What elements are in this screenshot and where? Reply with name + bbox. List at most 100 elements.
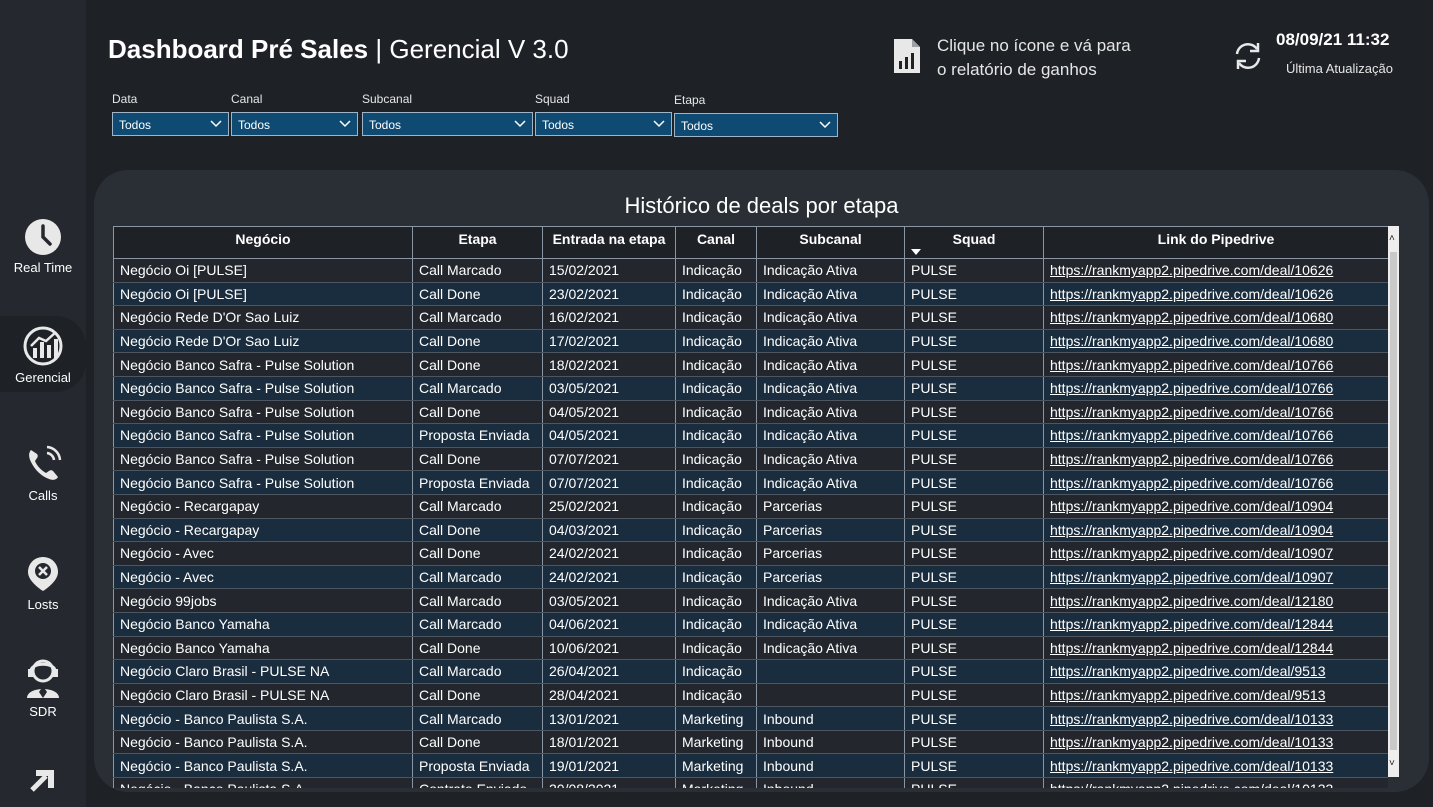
table-cell: Indicação xyxy=(675,352,757,377)
scroll-down-icon[interactable]: ˅ xyxy=(1389,759,1395,769)
scroll-up-icon[interactable]: ˄ xyxy=(1389,234,1395,244)
pipedrive-link[interactable]: https://rankmyapp2.pipedrive.com/deal/10… xyxy=(1043,329,1388,354)
table-cell: 03/05/2021 xyxy=(542,376,676,401)
filter-canal-select[interactable]: Todos xyxy=(231,112,358,136)
table-cell: PULSE xyxy=(904,753,1044,779)
refresh-button[interactable] xyxy=(1232,40,1264,77)
report-link[interactable] xyxy=(892,37,922,80)
table-row[interactable]: Negócio - Banco Paulista S.A. Proposta En… xyxy=(113,753,1388,779)
pipedrive-link[interactable]: https://rankmyapp2.pipedrive.com/deal/12… xyxy=(1043,612,1388,637)
table-cell: Negócio Oi [PULSE] xyxy=(113,258,413,283)
pipedrive-link[interactable]: https://rankmyapp2.pipedrive.com/deal/10… xyxy=(1043,282,1388,307)
pipedrive-link[interactable]: https://rankmyapp2.pipedrive.com/deal/10… xyxy=(1043,258,1388,283)
table-scrollbar[interactable]: ˄ ˅ xyxy=(1388,226,1399,777)
table-row[interactable]: Negócio - Recargapay Call Marcado 25/02/20… xyxy=(113,494,1388,519)
table-cell: Call Done xyxy=(412,683,543,708)
nav-item-calls[interactable]: Calls xyxy=(0,444,86,503)
pipedrive-link[interactable]: https://rankmyapp2.pipedrive.com/deal/10… xyxy=(1043,753,1388,779)
filter-subcanal-select[interactable]: Todos xyxy=(362,112,533,136)
table-cell: PULSE xyxy=(904,636,1044,661)
table-cell: Indicação xyxy=(675,423,757,448)
table-cell: Call Done xyxy=(412,518,543,543)
pipedrive-link[interactable]: https://rankmyapp2.pipedrive.com/deal/12… xyxy=(1043,636,1388,661)
pipedrive-link[interactable]: https://rankmyapp2.pipedrive.com/deal/10… xyxy=(1043,305,1388,330)
table-cell xyxy=(756,683,905,708)
table-cell: Negócio Rede D'Or Sao Luiz xyxy=(113,329,413,354)
nav-label: Calls xyxy=(28,488,58,503)
table-row[interactable]: Negócio Banco Safra - Pulse Solution Call… xyxy=(113,400,1388,425)
table-row[interactable]: Negócio Oi [PULSE] Call Marcado 15/02/2021… xyxy=(113,258,1388,283)
pipedrive-link[interactable]: https://rankmyapp2.pipedrive.com/deal/10… xyxy=(1043,447,1388,472)
pipedrive-link[interactable]: https://rankmyapp2.pipedrive.com/deal/10… xyxy=(1043,777,1388,788)
column-header[interactable]: Subcanal xyxy=(756,226,905,259)
table-cell: Marketing xyxy=(675,730,757,755)
table-cell: Indicação xyxy=(675,518,757,543)
pipedrive-link[interactable]: https://rankmyapp2.pipedrive.com/deal/95… xyxy=(1043,683,1388,708)
pipedrive-link[interactable]: https://rankmyapp2.pipedrive.com/deal/10… xyxy=(1043,376,1388,401)
nav-item-real-time[interactable]: Real Time xyxy=(0,218,86,275)
pipedrive-link[interactable]: https://rankmyapp2.pipedrive.com/deal/10… xyxy=(1043,730,1388,755)
filter-data-select[interactable]: Todos xyxy=(112,112,229,136)
table-cell: PULSE xyxy=(904,588,1044,613)
nav-item-losts[interactable]: Losts xyxy=(0,555,86,612)
table-cell: 13/01/2021 xyxy=(542,706,676,731)
nav-label: Gerencial xyxy=(15,370,71,385)
table-cell: 20/08/2021 xyxy=(542,777,676,788)
filter-squad: Squad Todos xyxy=(535,92,672,136)
table-row[interactable]: Negócio - Recargapay Call Done 04/03/2021 I… xyxy=(113,518,1388,543)
pipedrive-link[interactable]: https://rankmyapp2.pipedrive.com/deal/10… xyxy=(1043,518,1388,543)
table-row[interactable]: Negócio Banco Safra - Pulse Solution Call… xyxy=(113,447,1388,472)
pipedrive-link[interactable]: https://rankmyapp2.pipedrive.com/deal/10… xyxy=(1043,565,1388,590)
table-row[interactable]: Negócio Claro Brasil - PULSE NA Call Marc… xyxy=(113,659,1388,684)
table-row[interactable]: Negócio Banco Safra - Pulse Solution Prop… xyxy=(113,423,1388,448)
table-cell: Call Done xyxy=(412,730,543,755)
column-header-squad[interactable]: Squad xyxy=(904,226,1044,259)
column-header[interactable]: Canal xyxy=(675,226,757,259)
column-header[interactable]: Negócio xyxy=(113,226,413,259)
table-cell: 17/02/2021 xyxy=(542,329,676,354)
pipedrive-link[interactable]: https://rankmyapp2.pipedrive.com/deal/10… xyxy=(1043,400,1388,425)
table-cell: Indicação xyxy=(675,400,757,425)
table-row[interactable]: Negócio Banco Safra - Pulse Solution Call… xyxy=(113,352,1388,377)
nav-item-next[interactable] xyxy=(0,764,86,796)
column-header[interactable]: Etapa xyxy=(412,226,543,259)
column-header[interactable]: Entrada na etapa xyxy=(542,226,676,259)
table-row[interactable]: Negócio Claro Brasil - PULSE NA Call Done… xyxy=(113,683,1388,708)
table-cell: PULSE xyxy=(904,282,1044,307)
table-row[interactable]: Negócio Banco Safra - Pulse Solution Prop… xyxy=(113,470,1388,495)
pipedrive-link[interactable]: https://rankmyapp2.pipedrive.com/deal/10… xyxy=(1043,494,1388,519)
pipedrive-link[interactable]: https://rankmyapp2.pipedrive.com/deal/10… xyxy=(1043,470,1388,495)
column-header[interactable]: Link do Pipedrive xyxy=(1043,226,1388,259)
scroll-thumb[interactable] xyxy=(1390,252,1397,750)
table-cell: Indicação xyxy=(675,565,757,590)
chevron-down-icon xyxy=(514,120,526,128)
table-row[interactable]: Negócio Banco Safra - Pulse Solution Call… xyxy=(113,376,1388,401)
table-row[interactable]: Negócio Oi [PULSE] Call Done 23/02/2021 Ind… xyxy=(113,282,1388,307)
table-row[interactable]: Negócio - Banco Paulista S.A. Call Done 18… xyxy=(113,730,1388,755)
nav-item-gerencial[interactable]: Gerencial xyxy=(0,316,86,392)
table-row[interactable]: Negócio Rede D'Or Sao Luiz Call Done 17/02… xyxy=(113,329,1388,354)
table-cell: 04/05/2021 xyxy=(542,400,676,425)
pipedrive-link[interactable]: https://rankmyapp2.pipedrive.com/deal/10… xyxy=(1043,541,1388,566)
pipedrive-link[interactable]: https://rankmyapp2.pipedrive.com/deal/10… xyxy=(1043,706,1388,731)
pipedrive-link[interactable]: https://rankmyapp2.pipedrive.com/deal/10… xyxy=(1043,423,1388,448)
table-body: Negócio Oi [PULSE] Call Marcado 15/02/2021… xyxy=(113,258,1388,788)
table-row[interactable]: Negócio Rede D'Or Sao Luiz Call Marcado 16… xyxy=(113,305,1388,330)
table-row[interactable]: Negócio - Avec Call Done 24/02/2021 Indicaç… xyxy=(113,541,1388,566)
table-row[interactable]: Negócio - Banco Paulista S.A. Call Marcad… xyxy=(113,706,1388,731)
filter-etapa-select[interactable]: Todos xyxy=(674,113,838,137)
table-row[interactable]: Negócio 99jobs Call Marcado 03/05/2021 Indi… xyxy=(113,588,1388,613)
pipedrive-link[interactable]: https://rankmyapp2.pipedrive.com/deal/12… xyxy=(1043,588,1388,613)
table-cell: Indicação xyxy=(675,636,757,661)
table-row[interactable]: Negócio - Avec Call Marcado 24/02/2021 Indi… xyxy=(113,565,1388,590)
chevron-down-icon xyxy=(819,121,831,129)
nav-item-sdr[interactable]: SDR xyxy=(0,656,86,719)
filter-canal: Canal Todos xyxy=(231,92,358,136)
filter-squad-select[interactable]: Todos xyxy=(535,112,672,136)
pipedrive-link[interactable]: https://rankmyapp2.pipedrive.com/deal/10… xyxy=(1043,352,1388,377)
table-cell: PULSE xyxy=(904,565,1044,590)
table-row[interactable]: Negócio Banco Yamaha Call Done 10/06/2021 I… xyxy=(113,636,1388,661)
table-row[interactable]: Negócio - Banco Paulista S.A.Contrato En… xyxy=(113,777,1388,788)
table-row[interactable]: Negócio Banco Yamaha Call Marcado 04/06/20… xyxy=(113,612,1388,637)
pipedrive-link[interactable]: https://rankmyapp2.pipedrive.com/deal/95… xyxy=(1043,659,1388,684)
